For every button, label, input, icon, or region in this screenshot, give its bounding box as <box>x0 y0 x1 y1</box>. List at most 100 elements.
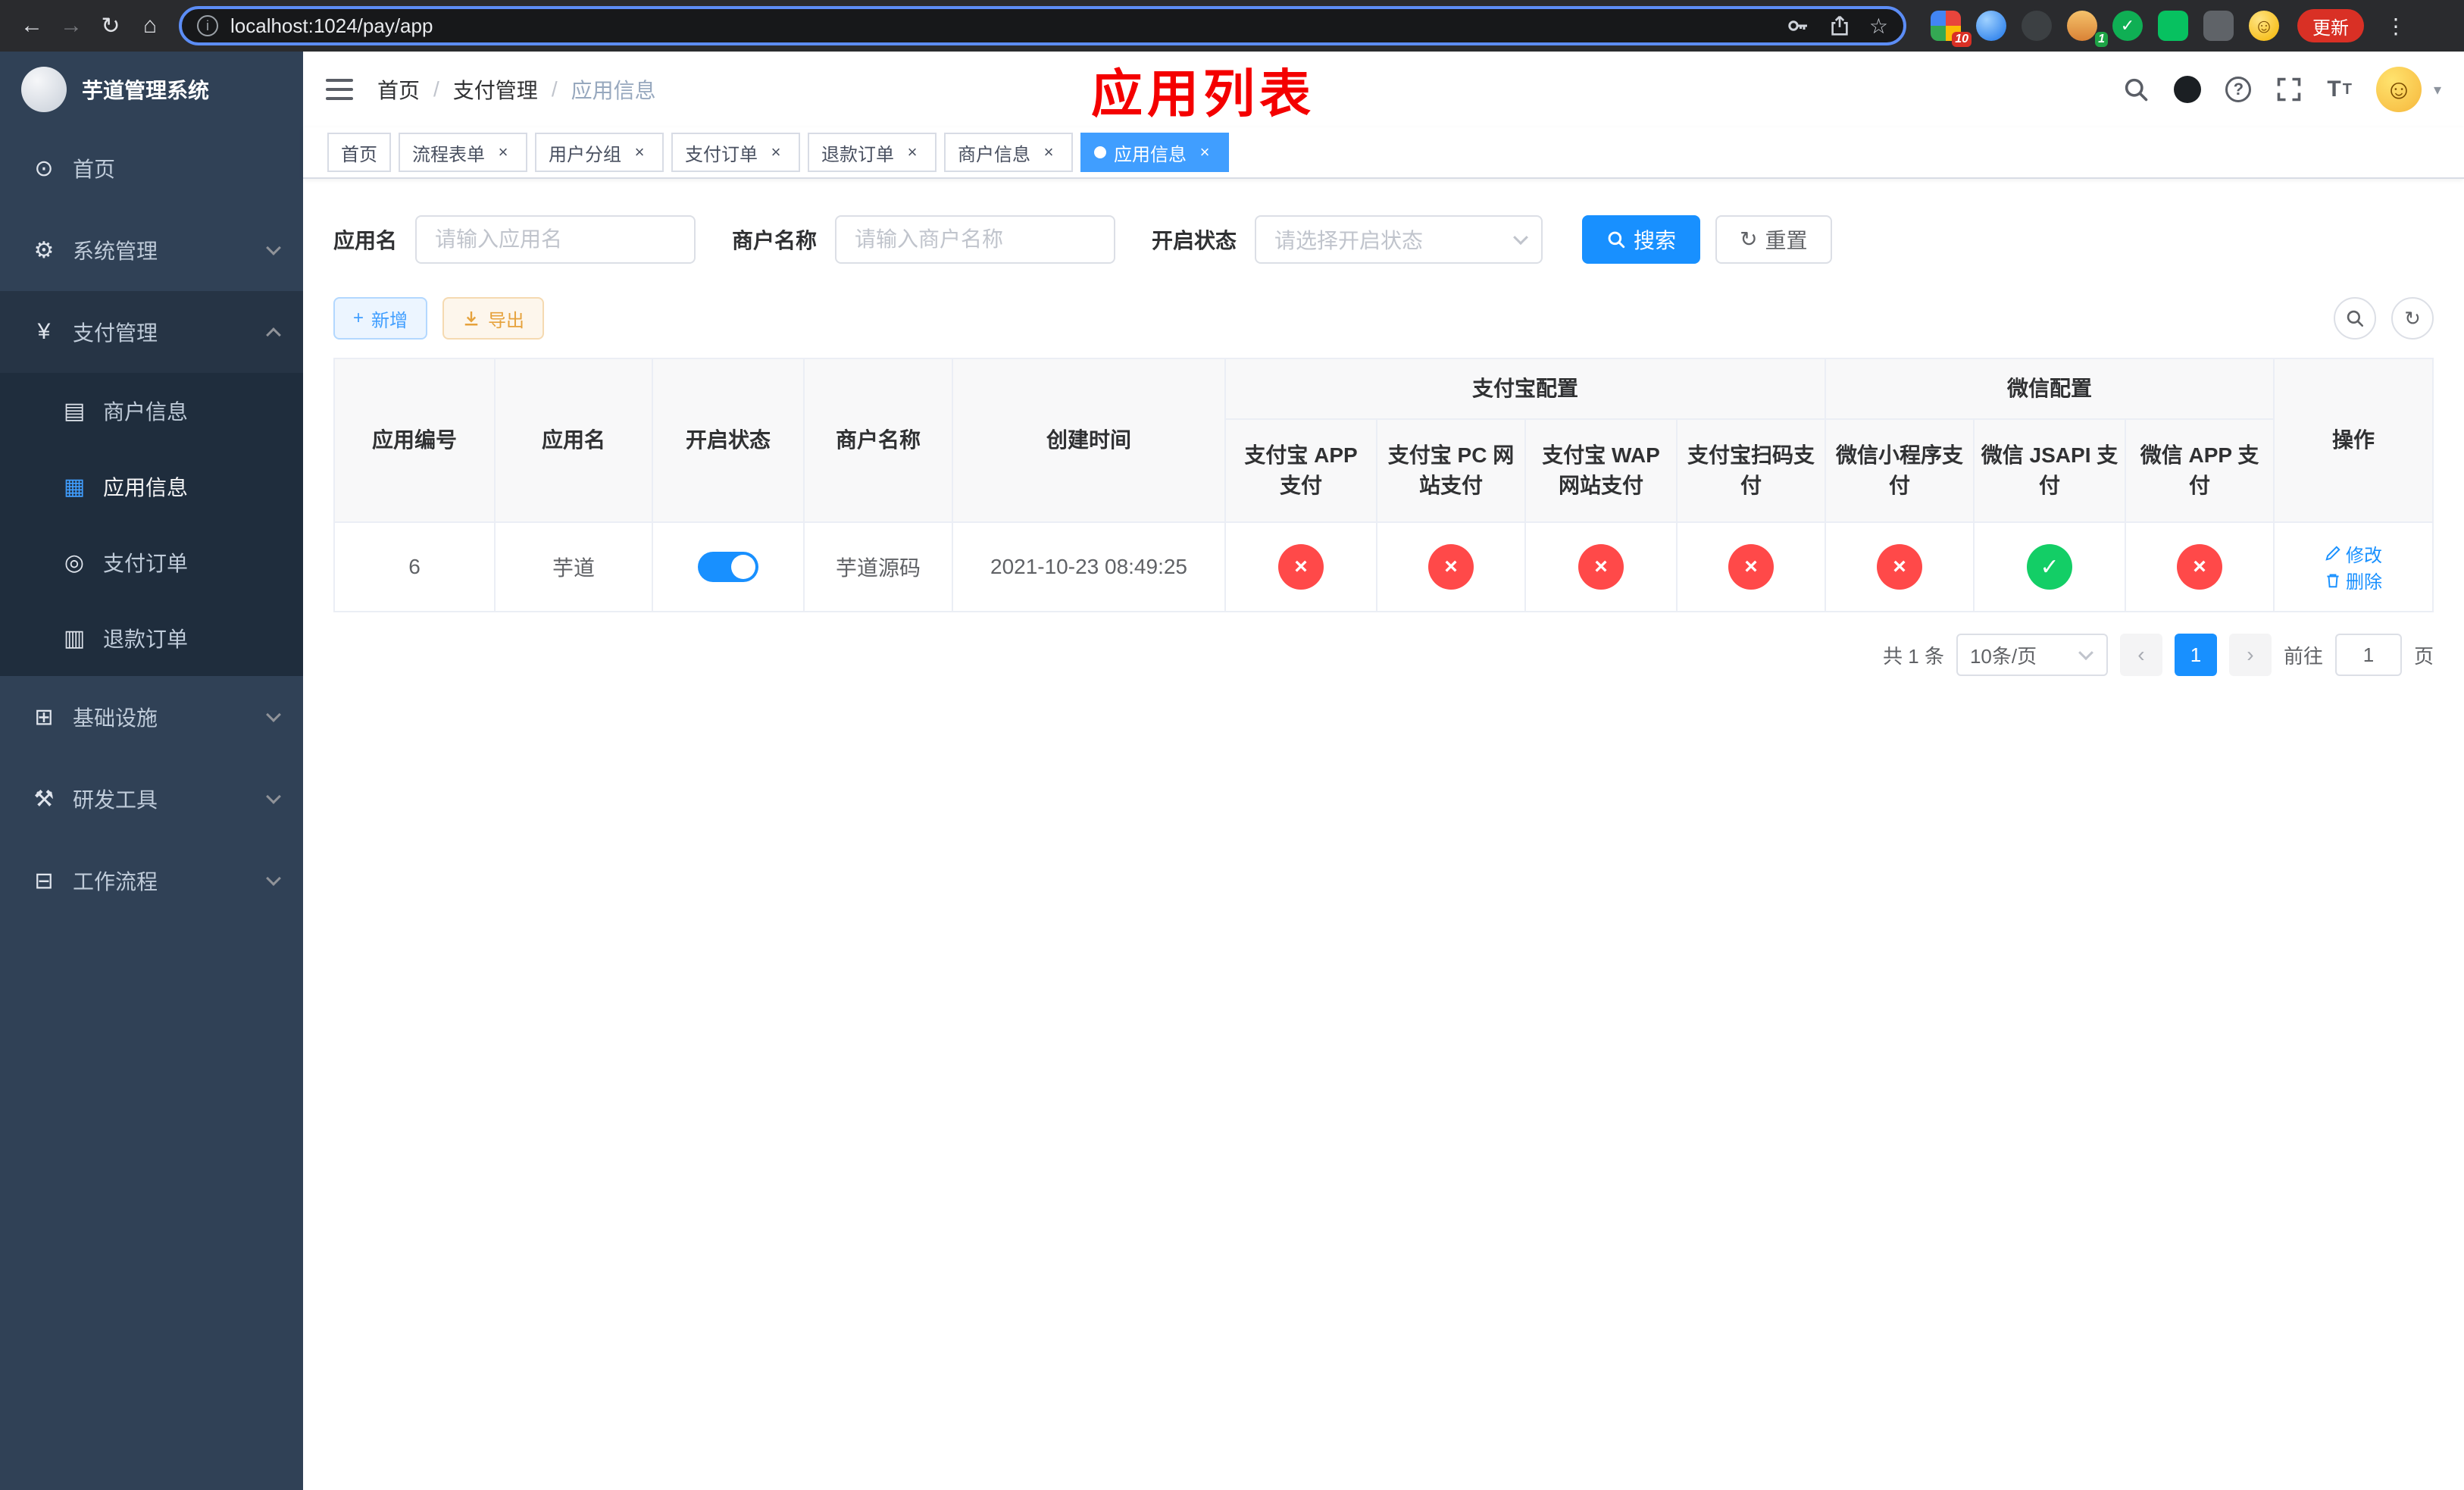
search-icon[interactable] <box>2122 76 2150 103</box>
col-app-name: 应用名 <box>494 358 653 523</box>
sidebar-item-infra[interactable]: ⊞ 基础设施 <box>0 676 303 758</box>
close-icon[interactable]: × <box>902 142 923 163</box>
ext-dark-icon[interactable] <box>2022 11 2052 41</box>
forward-icon[interactable]: → <box>52 6 91 45</box>
app-name-input[interactable] <box>415 215 696 264</box>
top-navbar: 首页 / 支付管理 / 应用信息 应用列表 ? TT ☺ ▾ <box>303 52 2464 127</box>
back-icon[interactable]: ← <box>12 6 52 45</box>
goto-label: 前往 <box>2283 644 2323 668</box>
sidebar-item-dev-tools[interactable]: ⚒ 研发工具 <box>0 758 303 840</box>
breadcrumb-payment[interactable]: 支付管理 <box>453 74 538 105</box>
page-unit: 页 <box>2413 644 2434 668</box>
chevron-up-icon <box>266 327 281 343</box>
share-icon[interactable] <box>1828 14 1851 37</box>
search-button[interactable]: 搜索 <box>1582 215 1701 264</box>
app-title: 芋道管理系统 <box>82 79 210 102</box>
sidebar-item-app-info[interactable]: ▦ 应用信息 <box>0 449 303 524</box>
tab-refund-order[interactable]: 退款订单 × <box>808 133 937 172</box>
gear-icon: ⚙ <box>33 237 55 263</box>
tab-user-group[interactable]: 用户分组 × <box>535 133 664 172</box>
add-button[interactable]: + 新增 <box>333 297 428 340</box>
sidebar-item-home[interactable]: ⊙ 首页 <box>0 127 303 209</box>
app-name-label: 应用名 <box>333 229 398 252</box>
ext-avatar-icon[interactable]: 1 <box>2067 11 2108 47</box>
ext-grid-icon[interactable]: 10 <box>1931 11 1972 47</box>
tab-process-form[interactable]: 流程表单 × <box>399 133 527 172</box>
close-icon[interactable]: × <box>1038 142 1059 163</box>
refresh-table-button[interactable]: ↻ <box>2391 297 2434 340</box>
ext-check-icon[interactable]: ✓ <box>2112 11 2143 41</box>
sidebar-item-payment[interactable]: ¥ 支付管理 <box>0 291 303 373</box>
next-page-button[interactable]: › <box>2228 634 2272 676</box>
sidebar-item-label: 支付订单 <box>103 552 189 575</box>
toggle-search-button[interactable] <box>2334 297 2376 340</box>
browser-menu-icon[interactable]: ⋮ <box>2376 6 2416 45</box>
status-toggle[interactable] <box>698 552 758 582</box>
help-icon[interactable]: ? <box>2225 77 2252 102</box>
col-group-alipay: 支付宝配置 <box>1224 358 1827 420</box>
status-select[interactable]: 请选择开启状态 <box>1255 215 1543 264</box>
ext-badge-green: 1 <box>2095 32 2108 47</box>
github-icon[interactable] <box>2174 76 2202 103</box>
col-wechat-app: 微信 APP 支付 <box>2125 418 2275 523</box>
password-key-icon[interactable] <box>1786 14 1810 38</box>
delete-link[interactable]: 删除 <box>2325 567 2382 593</box>
font-size-icon[interactable]: TT <box>2327 77 2352 102</box>
close-icon[interactable]: × <box>765 142 786 163</box>
col-created: 创建时间 <box>952 358 1226 523</box>
close-icon[interactable]: × <box>492 142 514 163</box>
sidebar: 芋道管理系统 ⊙ 首页 ⚙ 系统管理 ¥ 支付管理 ▤ 商户信息 ▦ 应用信息 … <box>0 52 303 1490</box>
sidebar-item-merchant-info[interactable]: ▤ 商户信息 <box>0 373 303 449</box>
sidebar-item-label: 支付管理 <box>73 321 158 345</box>
col-alipay-app: 支付宝 APP 支付 <box>1224 418 1377 523</box>
col-status: 开启状态 <box>652 358 805 523</box>
tab-merchant-info[interactable]: 商户信息 × <box>944 133 1073 172</box>
browser-profile-avatar[interactable]: ☺ <box>2249 11 2279 41</box>
tab-pay-order[interactable]: 支付订单 × <box>671 133 800 172</box>
page-annotation: 应用列表 <box>1091 65 1316 124</box>
sidebar-item-workflow[interactable]: ⊟ 工作流程 <box>0 840 303 922</box>
edit-link[interactable]: 修改 <box>2325 540 2382 567</box>
fullscreen-icon[interactable] <box>2275 76 2303 103</box>
status-label: 开启状态 <box>1152 229 1237 252</box>
sidebar-item-refund-order[interactable]: ▥ 退款订单 <box>0 600 303 676</box>
goto-page-input[interactable] <box>2334 634 2402 676</box>
page-1-button[interactable]: 1 <box>2174 634 2217 676</box>
reset-button[interactable]: ↻ 重置 <box>1715 215 1832 264</box>
close-icon[interactable]: × <box>629 142 650 163</box>
prev-page-button[interactable]: ‹ <box>2119 634 2162 676</box>
url-text[interactable]: localhost:1024/pay/app <box>230 14 433 38</box>
breadcrumb-current: 应用信息 <box>571 79 656 102</box>
export-button[interactable]: 导出 <box>442 297 545 340</box>
extensions-puzzle-icon[interactable] <box>2203 11 2234 41</box>
alipay-scan-status-icon: × <box>1728 544 1774 590</box>
browser-toolbar: ← → ↻ ⌂ i localhost:1024/pay/app ☆ 10 1 … <box>0 0 2464 52</box>
browser-update-button[interactable]: 更新 <box>2297 9 2364 42</box>
total-count: 共 1 条 <box>1883 644 1944 668</box>
tags-view: 首页 流程表单 × 用户分组 × 支付订单 × 退款订单 × 商户信息 × 应用信息 × <box>303 127 2464 179</box>
sidebar-item-system[interactable]: ⚙ 系统管理 <box>0 209 303 291</box>
caret-down-icon[interactable]: ▾ <box>2434 80 2441 99</box>
alipay-app-status-icon: × <box>1278 544 1324 590</box>
tab-app-info[interactable]: 应用信息 × <box>1080 133 1229 172</box>
payment-submenu: ▤ 商户信息 ▦ 应用信息 ◎ 支付订单 ▥ 退款订单 <box>0 373 303 676</box>
user-avatar[interactable]: ☺ <box>2375 67 2422 112</box>
bookmark-star-icon[interactable]: ☆ <box>1869 14 1888 39</box>
page-info-icon[interactable]: i <box>197 15 218 36</box>
ext-blue-icon[interactable] <box>1976 11 2006 41</box>
merchant-name-input[interactable] <box>835 215 1116 264</box>
sidebar-item-pay-order[interactable]: ◎ 支付订单 <box>0 524 303 600</box>
tab-home[interactable]: 首页 <box>327 133 391 172</box>
sidebar-toggle-icon[interactable] <box>326 79 353 100</box>
reload-icon[interactable]: ↻ <box>91 6 130 45</box>
close-icon[interactable]: × <box>1194 142 1215 163</box>
page-content: 应用名 商户名称 开启状态 请选择开启状态 <box>303 179 2464 1490</box>
app-logo[interactable]: 芋道管理系统 <box>0 52 303 127</box>
breadcrumb-separator: / <box>551 77 558 101</box>
page-size-select[interactable]: 10条/页 <box>1956 634 2108 676</box>
home-icon[interactable]: ⌂ <box>130 6 170 45</box>
url-bar[interactable]: i localhost:1024/pay/app ☆ <box>179 6 1906 45</box>
breadcrumb-separator: / <box>433 77 439 101</box>
breadcrumb-home[interactable]: 首页 <box>377 74 420 105</box>
ext-green-square-icon[interactable] <box>2158 11 2188 41</box>
